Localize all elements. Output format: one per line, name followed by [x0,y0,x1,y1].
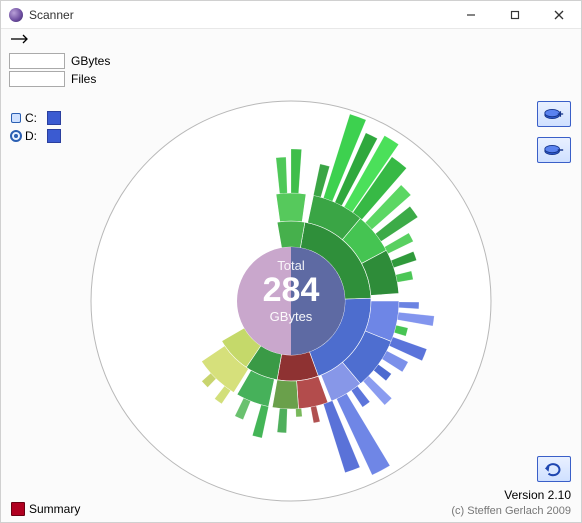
maximize-button[interactable] [493,1,537,29]
app-icon [9,8,23,22]
sunburst-chart[interactable]: Total 284 GBytes [51,71,531,511]
main-area: GBytes Files C: D: [1,51,581,522]
up-arrow-icon[interactable] [9,33,29,47]
summary-swatch-icon [11,502,25,516]
rescan-button[interactable] [537,456,571,482]
window-controls [449,1,581,29]
hdd-icon [9,111,23,125]
toolbar [1,29,581,51]
close-icon [554,10,564,20]
readout-size: GBytes [9,53,110,69]
drive-minus-icon [543,141,565,159]
version-label: Version 2.10 [451,488,571,504]
add-drive-button[interactable] [537,101,571,127]
size-value-box [9,53,65,69]
refresh-icon [543,460,565,478]
minimize-button[interactable] [449,1,493,29]
titlebar[interactable]: Scanner [1,1,581,29]
maximize-icon [510,10,520,20]
minimize-icon [466,10,476,20]
size-unit-label: GBytes [71,54,110,68]
summary-toggle[interactable]: Summary [11,502,80,516]
window-title: Scanner [29,8,449,22]
drive-label: D: [25,129,37,143]
summary-label: Summary [29,502,80,516]
remove-drive-button[interactable] [537,137,571,163]
disc-icon [9,129,23,143]
drive-label: C: [25,111,37,125]
footer-info: Version 2.10 (c) Steffen Gerlach 2009 [451,488,571,518]
copyright-label: (c) Steffen Gerlach 2009 [451,504,571,518]
side-buttons [537,101,571,163]
app-window: Scanner GBytes Files [0,0,582,523]
close-button[interactable] [537,1,581,29]
drive-plus-icon [543,105,565,123]
